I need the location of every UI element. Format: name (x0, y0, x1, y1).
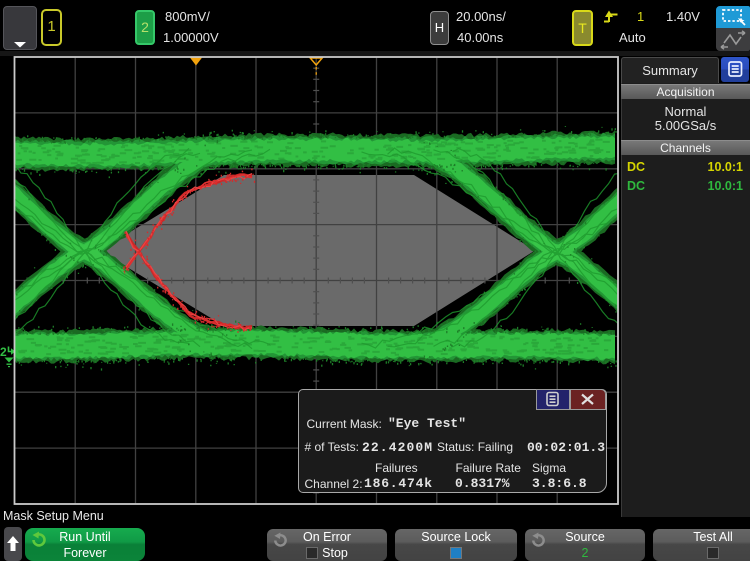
svg-text:2: 2 (0, 345, 7, 359)
